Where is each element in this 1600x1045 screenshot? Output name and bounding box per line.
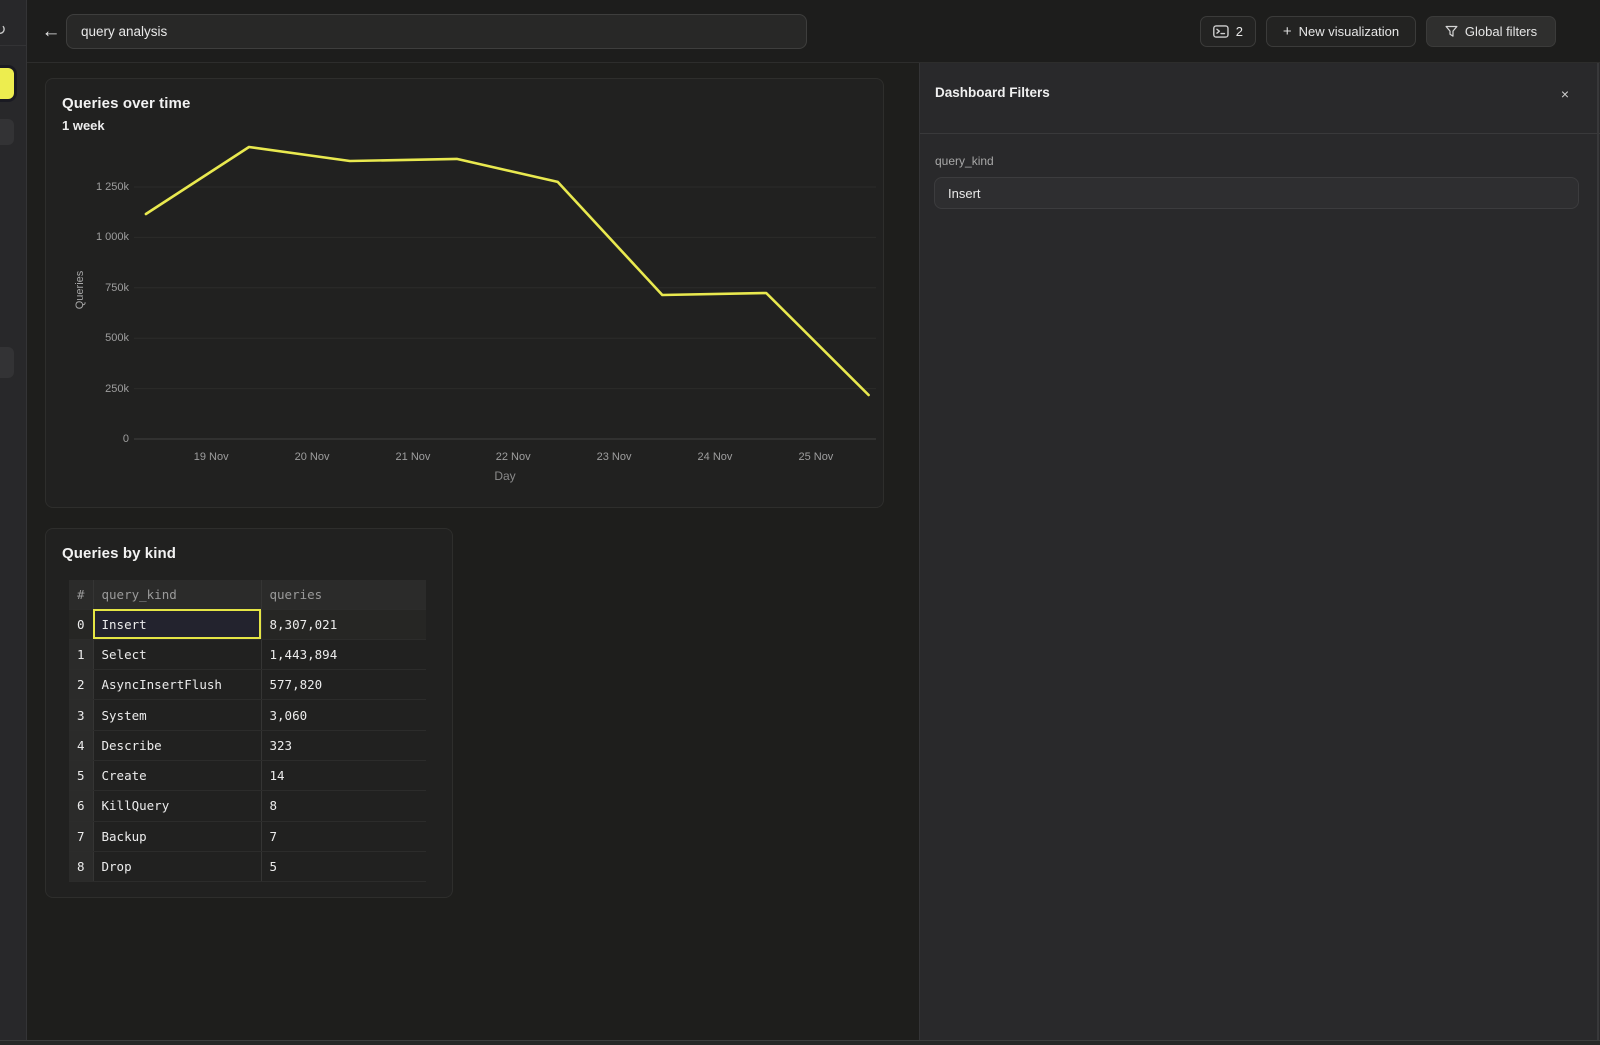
window-bottom-fill <box>0 1041 1600 1045</box>
x-tick-label: 24 Nov <box>675 451 755 463</box>
x-tick-label: 19 Nov <box>171 451 251 463</box>
cell-index: 7 <box>69 821 93 851</box>
cell-queries[interactable]: 1,443,894 <box>261 639 426 669</box>
filters-panel-title: Dashboard Filters <box>935 85 1050 100</box>
chart-title: Queries over time <box>62 95 190 112</box>
refresh-icon[interactable]: ↻ <box>0 20 6 40</box>
new-visualization-button[interactable]: + New visualization <box>1266 16 1416 47</box>
cell-index: 0 <box>69 609 93 639</box>
table-row: 8Drop5 <box>69 851 426 881</box>
cell-query-kind[interactable]: AsyncInsertFlush <box>93 670 261 700</box>
x-tick-label: 25 Nov <box>776 451 856 463</box>
series-line-queries <box>146 147 869 395</box>
cell-query-kind[interactable]: Describe <box>93 730 261 760</box>
divider <box>920 133 1600 134</box>
table-row: 0Insert8,307,021 <box>69 609 426 639</box>
cell-query-kind[interactable]: Backup <box>93 821 261 851</box>
cell-query-kind[interactable]: System <box>93 700 261 730</box>
cell-queries[interactable]: 8,307,021 <box>261 609 426 639</box>
queries-by-kind-table: #query_kindqueries 0Insert8,307,0211Sele… <box>69 580 426 882</box>
table-row: 2AsyncInsertFlush577,820 <box>69 670 426 700</box>
cell-query-kind[interactable]: Select <box>93 639 261 669</box>
cell-index: 5 <box>69 760 93 790</box>
console-count: 2 <box>1236 24 1243 39</box>
chart-card-queries-over-time: Queries over time 1 week Queries 0250k50… <box>45 78 884 508</box>
divider <box>0 45 27 46</box>
cell-query-kind[interactable]: Create <box>93 760 261 790</box>
cell-queries[interactable]: 5 <box>261 851 426 881</box>
sidebar-thumbnail[interactable] <box>0 347 14 378</box>
sidebar-thumbnail[interactable] <box>0 119 14 145</box>
cell-index: 3 <box>69 700 93 730</box>
chart-subtitle: 1 week <box>62 118 105 133</box>
table-card-queries-by-kind: Queries by kind #query_kindqueries 0Inse… <box>45 528 453 898</box>
dashboard-title-input[interactable] <box>66 14 807 49</box>
cell-index: 2 <box>69 670 93 700</box>
y-tick-label: 250k <box>46 382 129 396</box>
cell-queries[interactable]: 323 <box>261 730 426 760</box>
chart-x-axis-label: Day <box>134 469 876 483</box>
column-header-queries: queries <box>261 580 426 609</box>
column-header-index: # <box>69 580 93 609</box>
sidebar-strip: ↻ <box>0 0 27 1040</box>
table-title: Queries by kind <box>62 545 176 562</box>
console-queries-button[interactable]: 2 <box>1200 16 1256 47</box>
table-row: 1Select1,443,894 <box>69 639 426 669</box>
cell-queries[interactable]: 3,060 <box>261 700 426 730</box>
top-bar: ← 2 + New visualization Global filters <box>27 0 1600 63</box>
global-filters-button[interactable]: Global filters <box>1426 16 1556 47</box>
app-window: ↻ ← 2 + New visualization Global filters <box>0 0 1600 1045</box>
cell-queries[interactable]: 8 <box>261 791 426 821</box>
chart-x-ticks: 19 Nov 20 Nov 21 Nov 22 Nov 23 Nov 24 Nov 25 N… <box>134 451 876 467</box>
filter-field-label: query_kind <box>935 154 994 168</box>
cell-index: 4 <box>69 730 93 760</box>
table-row: 7Backup7 <box>69 821 426 851</box>
y-tick-label: 1 000k <box>46 230 129 244</box>
chart-y-ticks: 0250k500k750k1 000k1 250k <box>46 141 129 439</box>
console-icon <box>1213 25 1229 38</box>
table-row: 4Describe323 <box>69 730 426 760</box>
x-tick-label: 20 Nov <box>272 451 352 463</box>
line-chart-plot[interactable] <box>134 141 876 439</box>
cell-queries[interactable]: 7 <box>261 821 426 851</box>
table-row: 6KillQuery8 <box>69 791 426 821</box>
cell-queries[interactable]: 14 <box>261 760 426 790</box>
table-row: 5Create14 <box>69 760 426 790</box>
cell-query-kind[interactable]: Insert <box>93 609 261 639</box>
column-header-query_kind: query_kind <box>93 580 261 609</box>
x-tick-label: 23 Nov <box>574 451 654 463</box>
cell-query-kind[interactable]: Drop <box>93 851 261 881</box>
y-tick-label: 1 250k <box>46 180 129 194</box>
new-visualization-label: New visualization <box>1299 24 1399 39</box>
cell-index: 8 <box>69 851 93 881</box>
window-right-edge <box>1597 63 1599 1040</box>
cell-query-kind[interactable]: KillQuery <box>93 791 261 821</box>
cell-index: 6 <box>69 791 93 821</box>
table-row: 3System3,060 <box>69 700 426 730</box>
back-button[interactable]: ← <box>39 20 63 44</box>
funnel-icon <box>1445 25 1458 38</box>
y-tick-label: 500k <box>46 331 129 345</box>
y-tick-label: 0 <box>46 432 129 446</box>
dashboard-filters-panel: Dashboard Filters × query_kind <box>919 63 1600 1045</box>
sidebar-thumbnail-selected[interactable] <box>0 68 14 99</box>
close-icon[interactable]: × <box>1556 85 1574 103</box>
cell-index: 1 <box>69 639 93 669</box>
x-tick-label: 21 Nov <box>373 451 453 463</box>
global-filters-label: Global filters <box>1465 24 1537 39</box>
plus-icon: + <box>1283 24 1292 39</box>
y-tick-label: 750k <box>46 281 129 295</box>
cell-queries[interactable]: 577,820 <box>261 670 426 700</box>
x-tick-label: 22 Nov <box>473 451 553 463</box>
query-kind-filter-input[interactable] <box>934 177 1579 209</box>
